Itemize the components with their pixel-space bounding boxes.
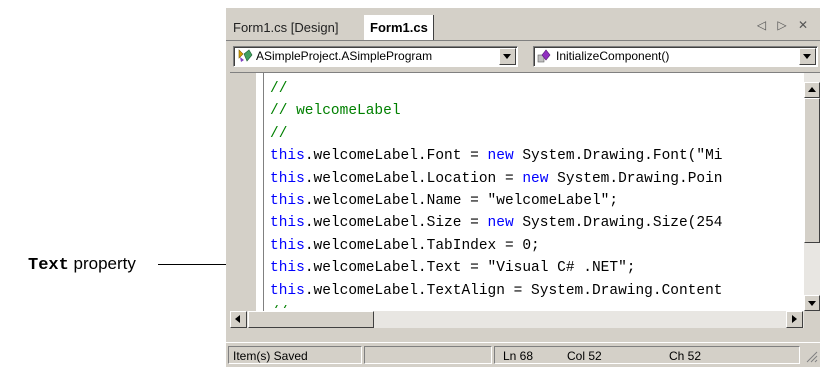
cursor-position-pane: Ln 68 Col 52 Ch 52 [494, 346, 800, 364]
code-line[interactable]: this.welcomeLabel.TextAlign = System.Dra… [270, 280, 802, 302]
code-line[interactable]: this.welcomeLabel.Text = "Visual C# .NET… [270, 257, 802, 279]
code-text: .welcomeLabel.Name = "welcomeLabel"; [304, 192, 619, 209]
code-keyword: this [270, 260, 305, 277]
resize-grip-icon[interactable] [804, 349, 818, 363]
code-text-area[interactable]: //// welcomeLabel//this.welcomeLabel.Fon… [270, 78, 802, 308]
code-keyword: this [270, 215, 305, 232]
code-line[interactable]: // welcomeLabel [270, 100, 802, 122]
vertical-scrollbar[interactable] [804, 73, 820, 311]
code-text: .welcomeLabel.Location = [304, 170, 523, 187]
code-keyword: this [270, 192, 305, 209]
outline-margin-line [263, 73, 264, 311]
code-editor-window: Form1.cs [Design] Form1.cs ◁ ▷ ✕ ASimple… [226, 8, 820, 367]
code-line[interactable]: // [270, 78, 802, 100]
class-selector-dropdown[interactable]: ASimpleProject.ASimpleProgram [233, 46, 518, 67]
chevron-down-icon[interactable] [799, 48, 816, 65]
code-keyword: this [270, 282, 305, 299]
code-keyword: this [270, 148, 305, 165]
line-number: Ln 68 [503, 349, 534, 363]
code-text: System.Drawing.Size(254 [513, 215, 723, 232]
code-text: .welcomeLabel.Size = [304, 215, 488, 232]
code-keyword: new [487, 215, 514, 232]
code-comment: // welcomeLabel [270, 103, 401, 120]
horizontal-scrollbar[interactable] [230, 311, 804, 328]
callout-code-word: Text [28, 256, 69, 275]
scroll-up-icon[interactable] [804, 82, 820, 98]
code-line[interactable]: this.welcomeLabel.Name = "welcomeLabel"; [270, 190, 802, 212]
code-line[interactable]: this.welcomeLabel.Font = new System.Draw… [270, 145, 802, 167]
status-message: Item(s) Saved [228, 346, 362, 364]
column-number: Col 52 [567, 349, 602, 363]
code-keyword: new [522, 170, 549, 187]
code-line[interactable]: this.welcomeLabel.Size = new System.Draw… [270, 212, 802, 234]
indicator-margin[interactable] [230, 73, 256, 311]
code-text: .welcomeLabel.TextAlign = System.Drawing… [304, 282, 723, 299]
chevron-down-icon[interactable] [499, 48, 516, 65]
class-icon [238, 49, 253, 62]
member-selector-dropdown[interactable]: InitializeComponent() [533, 46, 818, 67]
callout-label: Text property [28, 254, 136, 275]
document-tabbar: Form1.cs [Design] Form1.cs ◁ ▷ ✕ [226, 8, 820, 41]
vertical-scroll-thumb[interactable] [804, 98, 820, 243]
code-keyword: new [487, 148, 514, 165]
scroll-down-icon[interactable] [804, 295, 820, 311]
scroll-left-icon[interactable] [230, 311, 247, 328]
code-text: .welcomeLabel.Text = "Visual C# .NET"; [304, 260, 636, 277]
horizontal-scroll-thumb[interactable] [248, 311, 374, 328]
class-selector-value: ASimpleProject.ASimpleProgram [256, 49, 433, 63]
tab-form1-code[interactable]: Form1.cs [364, 15, 434, 40]
code-keyword: this [270, 170, 305, 187]
code-editor[interactable]: //// welcomeLabel//this.welcomeLabel.Fon… [230, 72, 820, 311]
scroll-right-icon[interactable] [786, 311, 803, 328]
callout-rest: property [68, 254, 136, 273]
navigation-bar: ASimpleProject.ASimpleProgram Initialize… [226, 41, 820, 71]
code-text: System.Drawing.Font("Mi [513, 148, 723, 165]
code-text: .welcomeLabel.TabIndex = 0; [304, 237, 540, 254]
tab-navigation-icons[interactable]: ◁ ▷ ✕ [757, 18, 812, 32]
status-pane-empty [364, 346, 492, 364]
code-comment: // [270, 125, 288, 142]
code-keyword: this [270, 237, 305, 254]
code-comment: // [270, 305, 287, 308]
char-number: Ch 52 [669, 349, 702, 363]
code-line[interactable]: // [270, 302, 802, 308]
code-text: System.Drawing.Poin [548, 170, 723, 187]
code-comment: // [270, 81, 288, 97]
member-selector-value: InitializeComponent() [556, 49, 670, 63]
code-line[interactable]: // [270, 123, 802, 145]
status-bar: Item(s) Saved Ln 68 Col 52 Ch 52 [226, 342, 820, 367]
code-line[interactable]: this.welcomeLabel.Location = new System.… [270, 168, 802, 190]
code-text: .welcomeLabel.Font = [304, 148, 488, 165]
tab-form1-design[interactable]: Form1.cs [Design] [228, 17, 343, 40]
method-icon [537, 49, 551, 63]
code-line[interactable]: this.welcomeLabel.TabIndex = 0; [270, 235, 802, 257]
